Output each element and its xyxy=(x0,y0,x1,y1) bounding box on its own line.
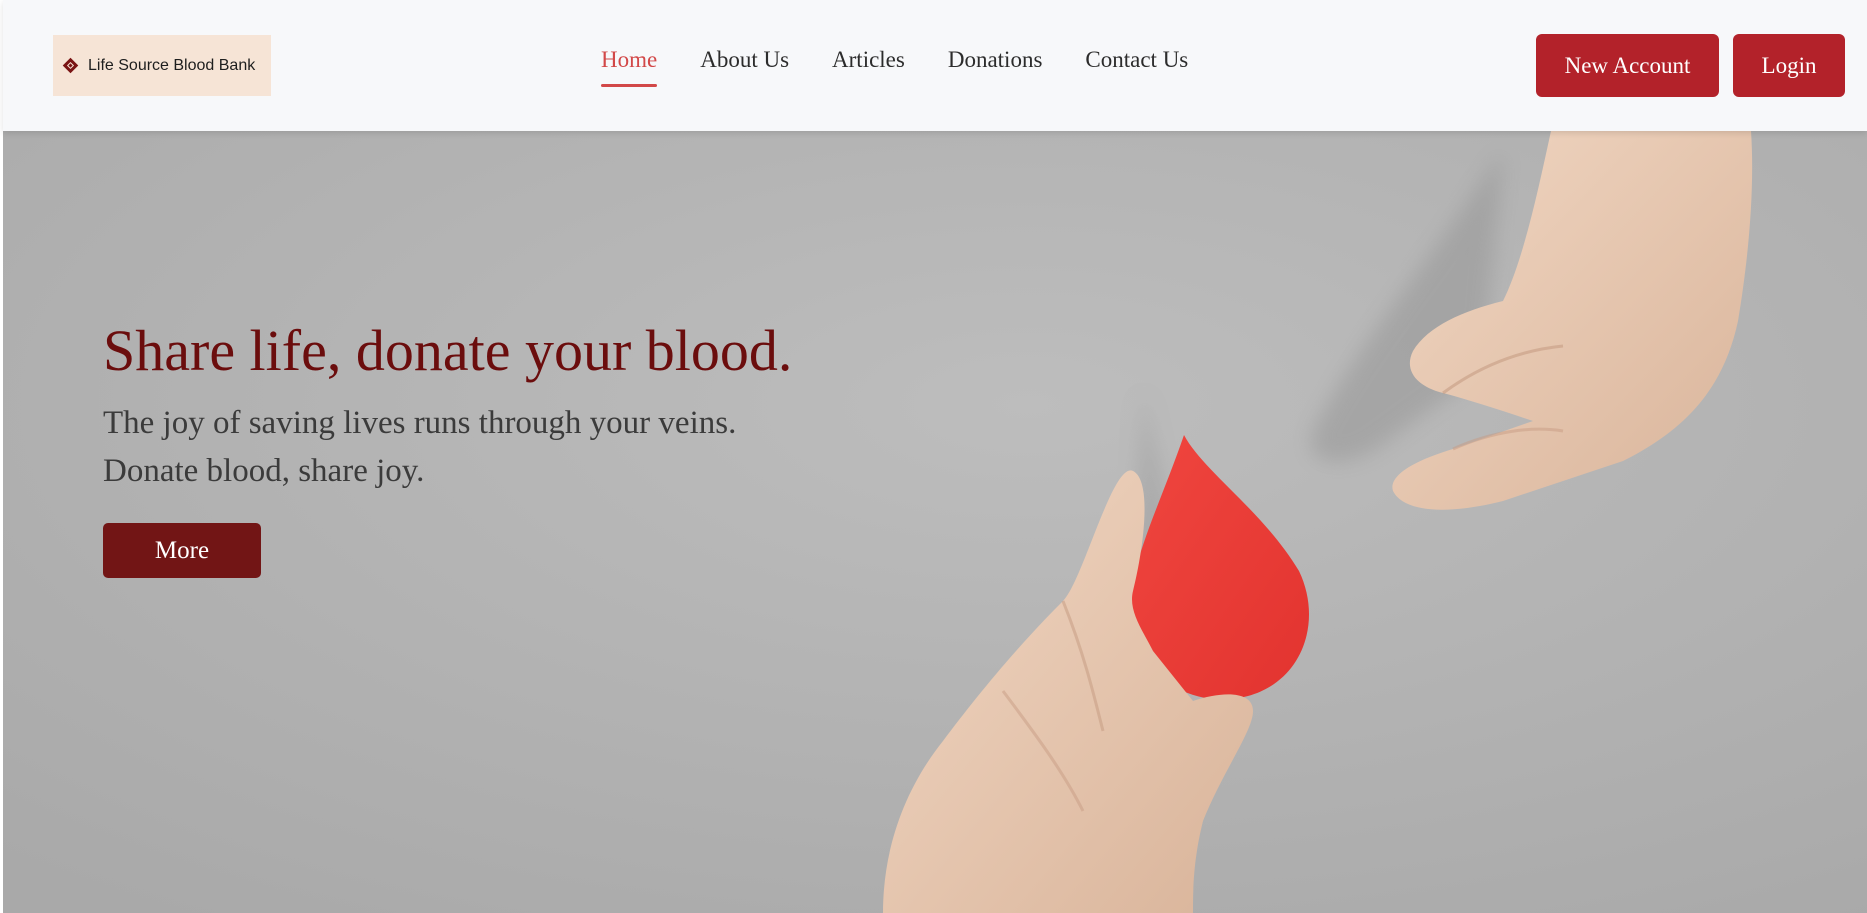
nav-articles[interactable]: Articles xyxy=(832,47,905,87)
page: Life Source Blood Bank Home About Us Art… xyxy=(0,0,1867,913)
navbar: Life Source Blood Bank Home About Us Art… xyxy=(3,0,1867,131)
hero-subtitle-line-1: The joy of saving lives runs through you… xyxy=(103,405,737,441)
nav-contact-us[interactable]: Contact Us xyxy=(1085,47,1188,87)
more-button[interactable]: More xyxy=(103,523,261,578)
new-account-button[interactable]: New Account xyxy=(1536,34,1719,97)
login-button[interactable]: Login xyxy=(1733,34,1845,97)
main-nav: Home About Us Articles Donations Contact… xyxy=(601,47,1188,87)
logo[interactable]: Life Source Blood Bank xyxy=(53,35,271,96)
diamond-icon xyxy=(62,57,79,74)
hero-section: Share life, donate your blood. The joy o… xyxy=(3,131,1867,913)
hero-subtitle: The joy of saving lives runs through you… xyxy=(103,399,823,495)
nav-about-us[interactable]: About Us xyxy=(700,47,789,87)
hero-image xyxy=(3,131,1867,913)
logo-text: Life Source Blood Bank xyxy=(88,56,256,74)
hero-subtitle-line-2: Donate blood, share joy. xyxy=(103,453,425,489)
nav-donations[interactable]: Donations xyxy=(948,47,1043,87)
hero-title: Share life, donate your blood. xyxy=(103,318,793,383)
nav-home[interactable]: Home xyxy=(601,47,658,87)
